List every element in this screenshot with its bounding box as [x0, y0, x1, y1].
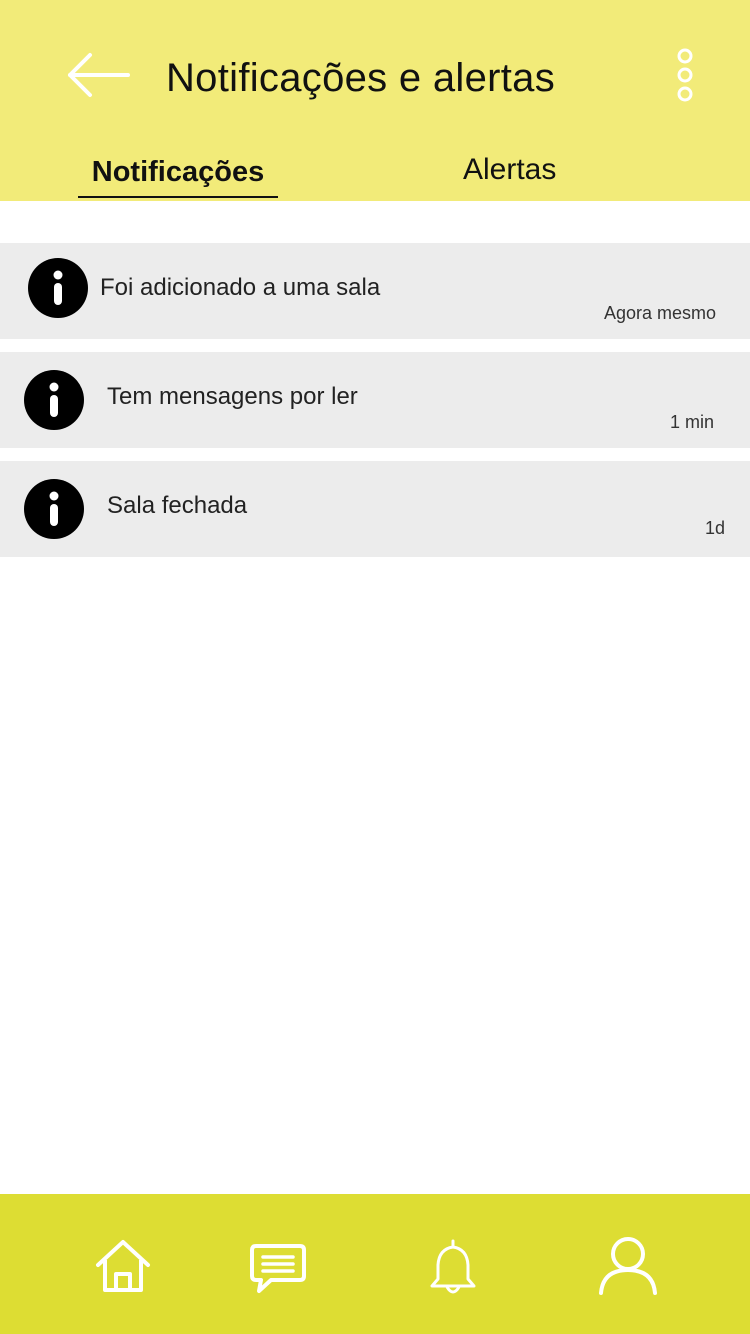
nav-profile-button[interactable] [597, 1236, 659, 1296]
notification-message: Foi adicionado a uma sala [100, 274, 381, 301]
info-icon [24, 479, 84, 539]
notification-item[interactable]: Tem mensagens por ler 1 min [0, 352, 750, 448]
bottom-navigation [0, 1194, 750, 1334]
chat-icon [250, 1244, 306, 1293]
notification-time: 1d [704, 518, 725, 538]
nav-notifications-button[interactable] [428, 1239, 478, 1297]
notification-time: 1 min [669, 412, 714, 432]
nav-home-button[interactable] [94, 1238, 152, 1294]
notification-message: Sala fechada [107, 492, 248, 519]
back-button[interactable] [66, 52, 132, 98]
vertical-dots-icon [677, 48, 693, 102]
app-header: Notificações e alertas Notificações Aler… [0, 0, 750, 201]
home-icon [96, 1240, 150, 1292]
notification-item[interactable]: Sala fechada 1d [0, 461, 750, 557]
bell-icon [430, 1239, 476, 1294]
notification-message: Tem mensagens por ler [107, 383, 358, 410]
tab-notificacoes[interactable]: Notificações [78, 156, 278, 198]
arrow-left-icon [68, 53, 130, 97]
page-title: Notificações e alertas [166, 56, 556, 100]
info-icon [28, 258, 88, 318]
notification-item[interactable]: Foi adicionado a uma sala Agora mesmo [0, 243, 750, 339]
more-options-button[interactable] [672, 47, 698, 105]
info-icon [24, 370, 84, 430]
notification-time: Agora mesmo [603, 303, 716, 323]
tab-alertas[interactable]: Alertas [463, 153, 556, 203]
user-icon [599, 1237, 657, 1295]
nav-chat-button[interactable] [249, 1243, 307, 1295]
